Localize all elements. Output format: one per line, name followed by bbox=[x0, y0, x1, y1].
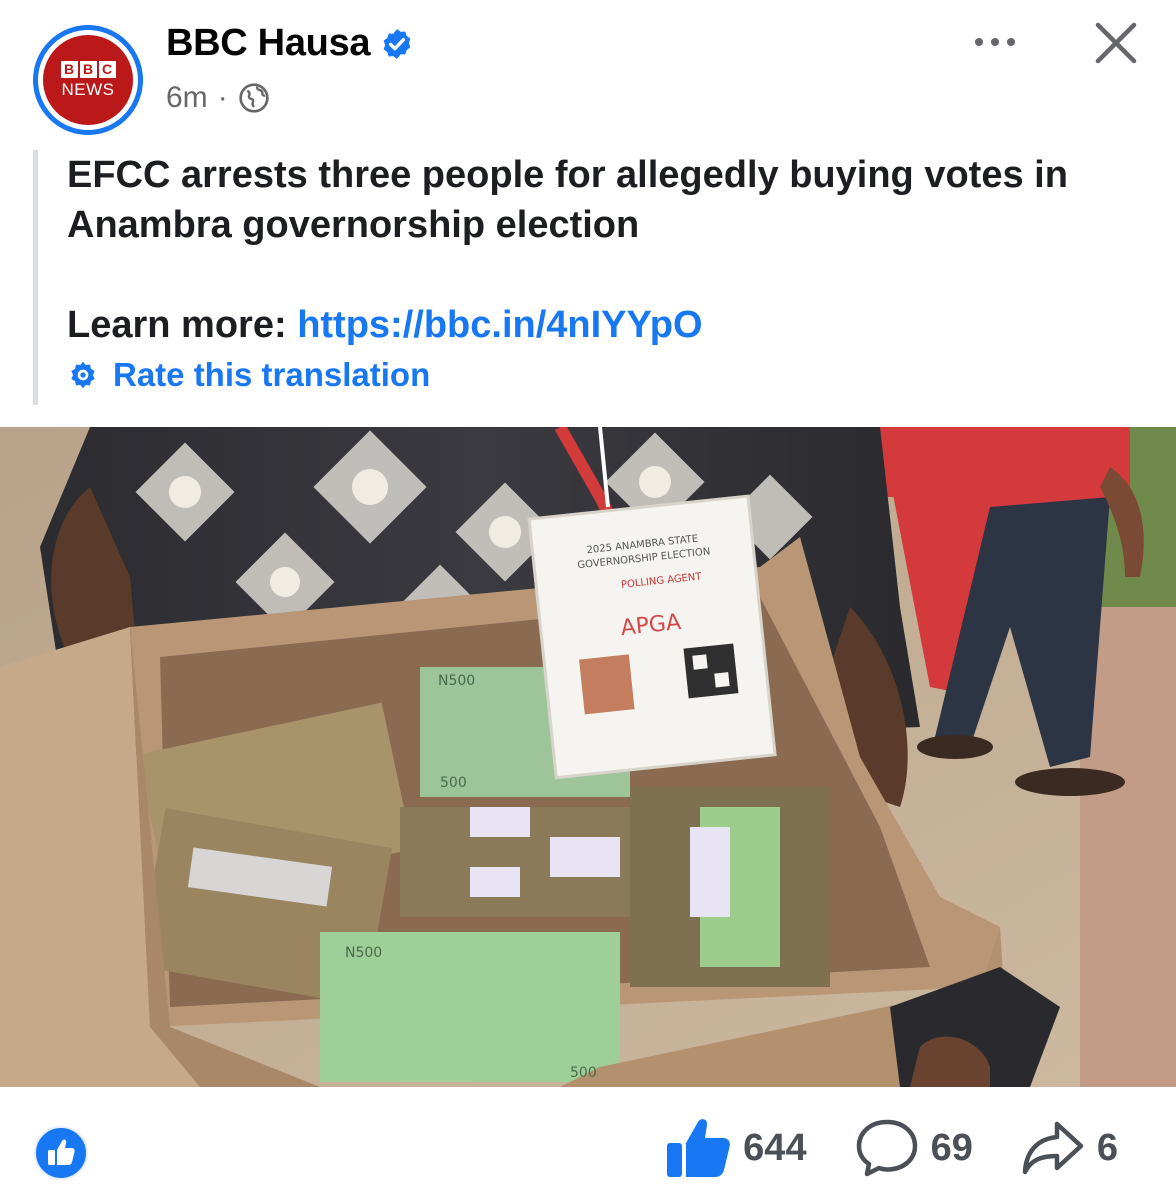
globe-icon bbox=[239, 83, 269, 113]
post-text: EFCC arrests three people for allegedly … bbox=[33, 150, 1153, 405]
rate-translation-label: Rate this translation bbox=[113, 356, 431, 393]
note-label: 500 bbox=[440, 775, 467, 791]
learn-more-label: Learn more: bbox=[67, 304, 287, 346]
share-icon bbox=[1022, 1121, 1084, 1175]
post-photo[interactable]: 2025 ANAMBRA STATE GOVERNORSHIP ELECTION… bbox=[0, 427, 1176, 1087]
comments-count: 69 bbox=[930, 1126, 973, 1169]
likes-count: 644 bbox=[743, 1126, 807, 1169]
learn-more-line: Learn more: https://bbc.in/4nIYYpO bbox=[67, 300, 1153, 350]
facebook-post: B B C NEWS BBC Hausa 6m · EFCC arrests t… bbox=[0, 0, 1176, 1200]
bbc-logo-letter: C bbox=[98, 61, 116, 78]
more-options-icon[interactable] bbox=[970, 30, 1020, 54]
thumbs-up-icon bbox=[667, 1119, 731, 1177]
post-headline: EFCC arrests three people for allegedly … bbox=[67, 154, 1068, 246]
engagement-stats: 644 69 6 bbox=[665, 1108, 1118, 1188]
comment-button[interactable]: 69 bbox=[855, 1118, 973, 1178]
note-label: 500 bbox=[570, 1065, 597, 1081]
article-link[interactable]: https://bbc.in/4nIYYpO bbox=[297, 304, 702, 346]
gear-icon bbox=[71, 361, 95, 389]
bbc-news-label: NEWS bbox=[61, 80, 115, 99]
post-time[interactable]: 6m bbox=[166, 81, 208, 115]
rate-translation-button[interactable]: Rate this translation bbox=[67, 356, 1153, 394]
page-name[interactable]: BBC Hausa bbox=[166, 22, 371, 65]
note-label: N500 bbox=[438, 673, 475, 689]
verified-badge-icon bbox=[383, 28, 411, 59]
share-button[interactable]: 6 bbox=[1021, 1120, 1118, 1176]
bbc-logo-letter: B bbox=[79, 61, 97, 78]
bbc-news-logo: B B C NEWS bbox=[43, 35, 133, 125]
meta-separator: · bbox=[217, 81, 228, 114]
page-name-row: BBC Hausa bbox=[166, 22, 414, 65]
shares-count: 6 bbox=[1096, 1126, 1118, 1169]
page-avatar[interactable]: B B C NEWS bbox=[33, 25, 143, 135]
bbc-logo-letter: B bbox=[60, 61, 78, 78]
note-label: N500 bbox=[345, 945, 382, 961]
like-reaction-icon bbox=[34, 1126, 88, 1180]
post-meta: 6m · bbox=[166, 80, 270, 116]
comment-icon bbox=[856, 1119, 917, 1177]
like-button[interactable]: 644 bbox=[665, 1117, 807, 1179]
close-icon[interactable] bbox=[1093, 20, 1139, 66]
bbc-logo-blocks: B B C bbox=[60, 61, 116, 78]
